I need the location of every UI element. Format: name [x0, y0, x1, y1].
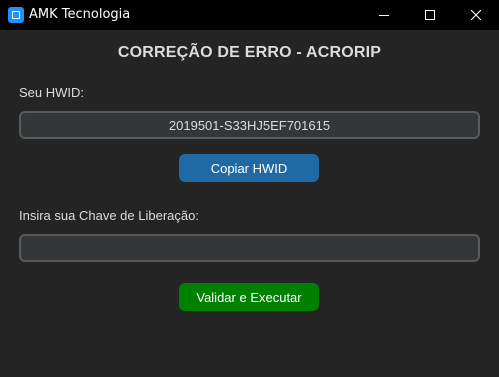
minimize-button[interactable]	[361, 0, 407, 30]
title-bar[interactable]: AMK Tecnologia	[0, 0, 499, 30]
close-icon	[471, 10, 481, 20]
maximize-icon	[425, 10, 435, 20]
minimize-icon	[379, 15, 389, 16]
maximize-button[interactable]	[407, 0, 453, 30]
app-icon	[8, 7, 24, 23]
hwid-label: Seu HWID:	[19, 85, 85, 100]
hwid-field[interactable]: 2019501-S33HJ5EF701615	[19, 111, 480, 139]
page-title: CORREÇÃO DE ERRO - ACRORIP	[117, 44, 382, 61]
copy-hwid-button[interactable]: Copiar HWID	[179, 154, 319, 182]
hwid-value: 2019501-S33HJ5EF701615	[168, 118, 331, 133]
window-title: AMK Tecnologia	[29, 7, 131, 22]
key-label: Insira sua Chave de Liberação:	[19, 208, 199, 223]
validate-execute-button[interactable]: Validar e Executar	[179, 283, 319, 311]
close-button[interactable]	[453, 0, 499, 30]
release-key-input[interactable]	[19, 234, 480, 262]
